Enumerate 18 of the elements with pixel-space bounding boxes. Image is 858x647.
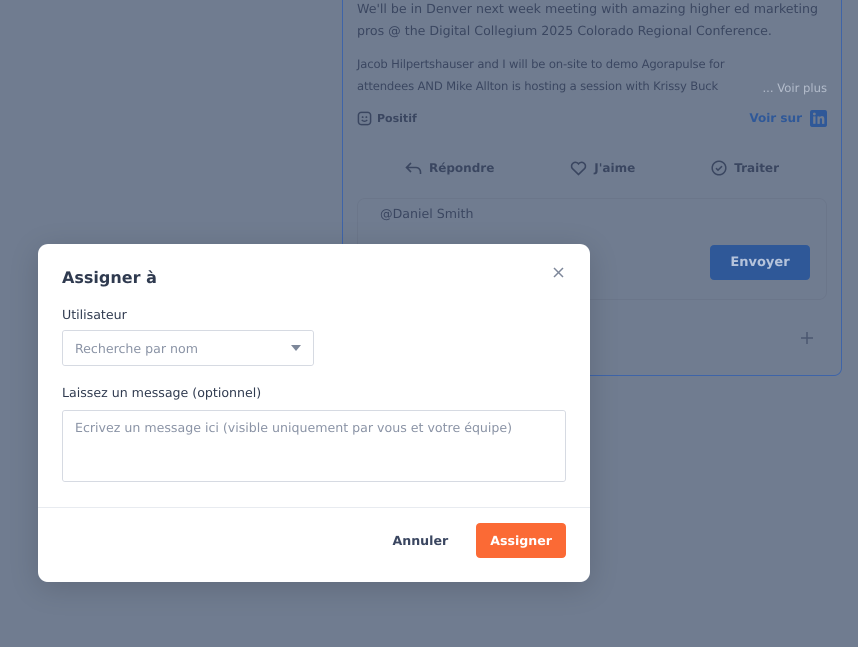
field-label: Laissez un message (optionnel)	[62, 385, 262, 400]
heart-icon	[570, 160, 588, 176]
plus-icon[interactable]	[801, 332, 813, 344]
smiley-icon	[357, 110, 372, 126]
field-label: Utilisateur	[62, 307, 128, 322]
message-field[interactable]: Ecrivez un message ici (visible uniquement par vous et votre équipe)	[62, 410, 566, 482]
user-select[interactable]: Recherche par nom	[62, 330, 314, 366]
linkedin-icon[interactable]	[810, 110, 827, 126]
assign-button[interactable]: Assigner	[476, 523, 566, 558]
reply-icon	[404, 160, 422, 176]
see-more-link[interactable]: ... Voir plus	[762, 77, 827, 99]
send-button[interactable]: Envoyer	[710, 245, 810, 280]
close-icon[interactable]	[551, 265, 566, 280]
caret-icon	[291, 345, 301, 351]
cancel-button[interactable]: Annuler	[382, 525, 458, 556]
dialog-title: Assigner à	[62, 268, 157, 287]
check-circle-icon	[711, 160, 728, 176]
view-on-link[interactable]: Voir sur	[749, 111, 802, 125]
